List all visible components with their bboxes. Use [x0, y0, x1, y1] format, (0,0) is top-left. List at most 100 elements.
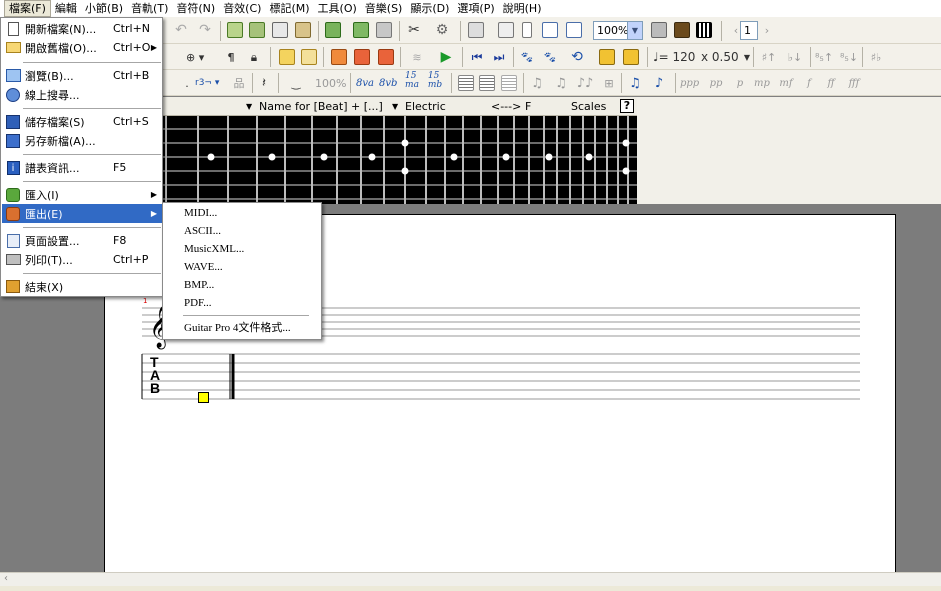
- fretboard-icon[interactable]: [673, 20, 691, 40]
- dynamic-ff-button[interactable]: ff: [822, 73, 840, 93]
- horizontal-scrollbar[interactable]: ‹: [0, 572, 941, 586]
- keyboard-icon[interactable]: [695, 20, 713, 40]
- fretboard[interactable]: [160, 116, 637, 204]
- beam-notes-icon[interactable]: ♫: [552, 73, 570, 93]
- dynamic-ppp-button[interactable]: ppp: [680, 73, 699, 93]
- chord-icon[interactable]: 品: [230, 73, 248, 93]
- next-page-icon[interactable]: ›: [758, 20, 776, 40]
- flag-next-icon[interactable]: [377, 47, 395, 67]
- paste-icon[interactable]: [294, 20, 312, 40]
- menu-item-new[interactable]: 開新檔案(N)... Ctrl+N: [2, 19, 162, 38]
- scroll-left-icon[interactable]: ‹: [4, 573, 8, 584]
- delete-bar-icon[interactable]: [248, 20, 266, 40]
- undo-icon[interactable]: ↶: [172, 20, 190, 40]
- flag-icon[interactable]: [330, 47, 348, 67]
- dynamic-mp-button[interactable]: mp: [753, 73, 771, 93]
- auto-stem-icon[interactable]: ♫: [626, 73, 644, 93]
- octave-down-icon[interactable]: ⁸₅↓: [840, 47, 858, 67]
- export-bmp[interactable]: BMP...: [164, 276, 321, 294]
- grid-icon[interactable]: ⊞: [600, 73, 618, 93]
- add-track-icon[interactable]: [352, 20, 370, 40]
- page-number-field[interactable]: 1: [740, 21, 758, 40]
- instrument-label[interactable]: Electric: [405, 97, 446, 116]
- rest-icon[interactable]: 𝄽: [255, 73, 273, 93]
- menu-item-print[interactable]: 列印(T)... Ctrl+P: [2, 250, 162, 269]
- zoom-select[interactable]: 100% ▼: [593, 21, 643, 40]
- menu-item-score-info[interactable]: i 譜表資訊... F5: [2, 158, 162, 177]
- export-wave[interactable]: WAVE...: [164, 258, 321, 276]
- menu-item-open[interactable]: 開啟舊檔(O)... Ctrl+O ▶: [2, 38, 162, 57]
- scroll-right-icon[interactable]: [565, 20, 583, 40]
- octave-15mb-button[interactable]: 15 mb: [426, 71, 444, 91]
- menu-track[interactable]: 音軌(T): [127, 0, 172, 17]
- tie-icon[interactable]: ‿: [287, 73, 305, 93]
- menu-help[interactable]: 說明(H): [499, 0, 546, 17]
- staff-triple-icon[interactable]: [500, 73, 518, 93]
- staff-single-icon[interactable]: [457, 73, 475, 93]
- staccato-icon[interactable]: .: [178, 73, 196, 93]
- octave-15ma-button[interactable]: 15 ma: [403, 71, 421, 91]
- repeat-icon[interactable]: ⟲: [568, 47, 586, 67]
- metronome-icon[interactable]: [598, 47, 616, 67]
- export-ascii[interactable]: ASCII...: [164, 222, 321, 240]
- menu-file[interactable]: 檔案(F): [4, 0, 51, 17]
- menu-markers[interactable]: 標記(M): [265, 0, 313, 17]
- remove-track-icon[interactable]: [375, 20, 393, 40]
- check-bar-icon[interactable]: [324, 20, 342, 40]
- staff-double-icon[interactable]: [478, 73, 496, 93]
- range-arrows[interactable]: <--->: [491, 97, 521, 116]
- menu-item-exit[interactable]: 結束(X): [2, 277, 162, 296]
- dynamic-f-button[interactable]: f: [800, 73, 818, 93]
- export-midi[interactable]: MIDI...: [164, 204, 321, 222]
- sharp-flat-icon[interactable]: ♯♭: [867, 47, 885, 67]
- help-icon[interactable]: ?: [620, 99, 634, 113]
- menu-item-export[interactable]: 匯出(E) ▶: [2, 204, 162, 223]
- skip-forward-icon[interactable]: ⏭: [490, 47, 508, 67]
- break-beam-icon[interactable]: ♪♪: [576, 73, 594, 93]
- key-label[interactable]: F: [525, 97, 531, 116]
- beam-icon[interactable]: ⊕ ▾: [186, 47, 204, 67]
- dynamic-p-button[interactable]: p: [731, 73, 749, 93]
- track-name-column[interactable]: Name for [Beat] + [...]: [259, 97, 383, 116]
- flag-prev-icon[interactable]: [353, 47, 371, 67]
- settings-icon[interactable]: ⚙: [433, 20, 451, 40]
- mixer-icon[interactable]: [650, 20, 668, 40]
- single-page-icon[interactable]: [518, 20, 536, 40]
- menu-item-save-as[interactable]: 另存新檔(A)...: [2, 131, 162, 150]
- pilcrow-icon[interactable]: ¶: [222, 47, 240, 67]
- menu-note[interactable]: 音符(N): [172, 0, 219, 17]
- export-pdf[interactable]: PDF...: [164, 294, 321, 312]
- paw-icon[interactable]: 🐾︎: [518, 47, 536, 67]
- menu-item-page-setup[interactable]: 頁面設置... F8: [2, 231, 162, 250]
- sharp-up-icon[interactable]: ♯↑: [760, 47, 778, 67]
- octave-8va-button[interactable]: 8va: [356, 73, 374, 93]
- menu-options[interactable]: 選項(P): [453, 0, 498, 17]
- paw-alt-icon[interactable]: 🐾︎: [541, 47, 559, 67]
- loop-icon[interactable]: ≋: [408, 47, 426, 67]
- octave-8vb-button[interactable]: 8vb: [379, 73, 397, 93]
- speed-select[interactable]: x 0.50: [701, 47, 739, 67]
- chevron-down-icon[interactable]: ▼: [392, 97, 398, 116]
- menu-item-search-online[interactable]: 線上搜尋...: [2, 85, 162, 104]
- copy-icon[interactable]: [271, 20, 289, 40]
- page-layout-icon[interactable]: [497, 20, 515, 40]
- menu-view[interactable]: 顯示(D): [406, 0, 453, 17]
- dynamic-pp-button[interactable]: pp: [707, 73, 725, 93]
- triplet-select[interactable]: r3¬ ▾: [195, 73, 219, 93]
- dynamic-fff-button[interactable]: fff: [845, 73, 863, 93]
- menu-item-browse[interactable]: 瀏覽(B)... Ctrl+B: [2, 66, 162, 85]
- play-icon[interactable]: ▶: [437, 47, 455, 67]
- redo-icon[interactable]: ↷: [196, 20, 214, 40]
- octave-up-icon[interactable]: ⁸₅↑: [815, 47, 833, 67]
- cut-icon[interactable]: ✂: [405, 20, 423, 40]
- menu-bar[interactable]: 小節(B): [81, 0, 127, 17]
- auto-beam-icon[interactable]: ♫: [528, 73, 546, 93]
- menu-item-save[interactable]: 儲存檔案(S) Ctrl+S: [2, 112, 162, 131]
- metronome-off-icon[interactable]: [622, 47, 640, 67]
- lock-icon[interactable]: 🔒︎: [245, 47, 263, 67]
- menu-effects[interactable]: 音效(C): [219, 0, 265, 17]
- flip-stem-icon[interactable]: ♪: [650, 73, 668, 93]
- marker-list-icon[interactable]: [300, 47, 318, 67]
- insert-bar-icon[interactable]: [226, 20, 244, 40]
- dynamic-mf-button[interactable]: mf: [777, 73, 795, 93]
